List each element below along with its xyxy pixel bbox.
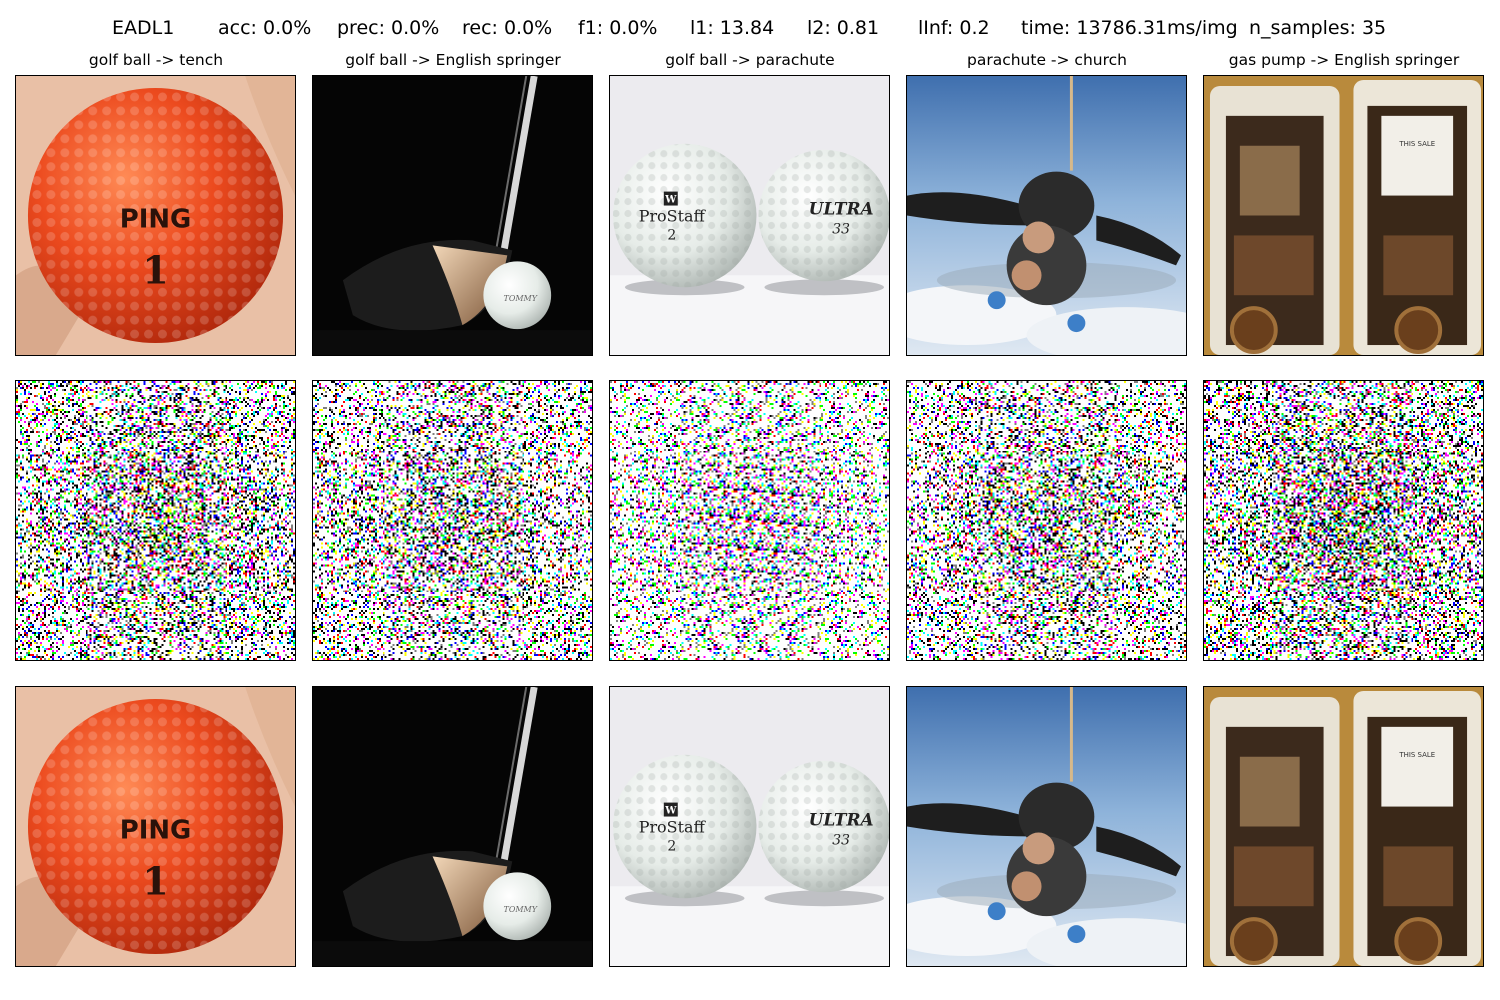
accuracy-stat: acc: 0.0% [218, 17, 312, 39]
precision-stat: prec: 0.0% [337, 17, 440, 39]
original-image-golf-driver: TOMMY [312, 75, 593, 356]
f1-stat: f1: 0.0% [578, 17, 658, 39]
l1-stat: l1: 13.84 [690, 17, 775, 39]
noise-canvas [610, 381, 889, 660]
perturbation-5 [1203, 380, 1484, 661]
svg-text:ProStaff: ProStaff [639, 206, 707, 225]
column-title-5: gas pump -> English springer [1228, 51, 1460, 69]
n-samples-stat: n_samples: 35 [1249, 17, 1387, 39]
recall-stat: rec: 0.0% [462, 17, 553, 39]
orange-golf-ball-icon: PING 1 [16, 76, 295, 355]
perturbation-4 [906, 380, 1187, 661]
original-image-skydivers [906, 75, 1187, 356]
adversarial-image-golf-driver: TOMMY [312, 686, 593, 967]
column-title-1: golf ball -> tench [88, 51, 224, 69]
golf-driver-icon: TOMMY [313, 76, 592, 355]
perturbation-1 [15, 380, 296, 661]
svg-text:1: 1 [142, 858, 168, 903]
original-image-two-golf-balls: W ProStaff 2 ULTRA 33 [609, 75, 890, 356]
adversarial-image-skydivers [906, 686, 1187, 967]
perturbation-3 [609, 380, 890, 661]
l2-stat: l2: 0.81 [807, 17, 880, 39]
noise-canvas [16, 381, 295, 660]
svg-text:PING: PING [120, 204, 192, 234]
orange-golf-ball-icon: PING 1 [16, 687, 295, 966]
svg-text:33: 33 [832, 832, 850, 848]
svg-text:PING: PING [120, 815, 192, 845]
perturbation-2 [312, 380, 593, 661]
svg-text:33: 33 [832, 221, 850, 237]
svg-text:2: 2 [667, 838, 676, 854]
noise-canvas [907, 381, 1186, 660]
original-image-gas-pumps: THIS SALE [1203, 75, 1484, 356]
adversarial-image-golf-ball-ping: PING 1 [15, 686, 296, 967]
linf-stat: lInf: 0.2 [918, 17, 990, 39]
svg-text:W: W [664, 806, 677, 817]
adversarial-image-two-golf-balls: W ProStaff 2 ULTRA 33 [609, 686, 890, 967]
svg-text:1: 1 [142, 247, 168, 292]
svg-text:2: 2 [667, 227, 676, 243]
column-title-3: golf ball -> parachute [665, 51, 835, 69]
svg-text:W: W [664, 195, 677, 206]
gas-pumps-icon: THIS SALE [1204, 76, 1483, 355]
column-title-2: golf ball -> English springer [345, 51, 561, 69]
two-golf-balls-icon: W ProStaff 2 ULTRA 33 [610, 76, 889, 355]
svg-text:TOMMY: TOMMY [504, 905, 538, 914]
golf-driver-icon: TOMMY [313, 687, 592, 966]
noise-canvas [1204, 381, 1483, 660]
svg-text:TOMMY: TOMMY [504, 294, 538, 303]
svg-text:THIS SALE: THIS SALE [1398, 751, 1435, 759]
adversarial-image-gas-pumps: THIS SALE [1203, 686, 1484, 967]
time-stat: time: 13786.31ms/img [1021, 17, 1238, 39]
svg-text:THIS SALE: THIS SALE [1398, 140, 1435, 148]
original-image-golf-ball-ping: PING 1 [15, 75, 296, 356]
svg-text:ULTRA: ULTRA [809, 199, 874, 219]
figure-header: EADL1 acc: 0.0% prec: 0.0% rec: 0.0% f1:… [0, 0, 1500, 56]
noise-canvas [313, 381, 592, 660]
skydivers-icon [907, 76, 1186, 355]
svg-text:ProStaff: ProStaff [639, 817, 707, 836]
two-golf-balls-icon: W ProStaff 2 ULTRA 33 [610, 687, 889, 966]
column-title-4: parachute -> church [967, 51, 1127, 69]
svg-text:ULTRA: ULTRA [809, 810, 874, 830]
gas-pumps-icon: THIS SALE [1204, 687, 1483, 966]
method-name: EADL1 [112, 17, 175, 39]
skydivers-icon [907, 687, 1186, 966]
